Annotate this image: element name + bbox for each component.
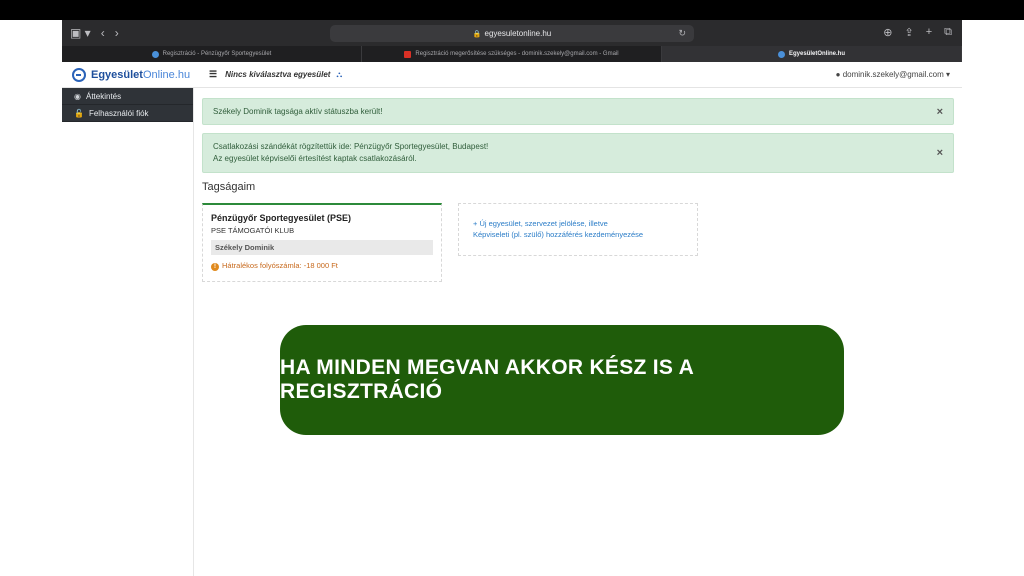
address-bar[interactable]: 🔒 egyesuletonline.hu ↻ xyxy=(330,25,694,42)
user-icon: ● xyxy=(835,70,841,79)
browser-window: ▣ ▾ ‹ › 🔒 egyesuletonline.hu ↻ ⊕ ⇪ + ⧉ R… xyxy=(62,20,962,576)
share-icon[interactable]: ⇪ xyxy=(904,26,913,39)
tab-bar: Regisztráció - Pénzügyőr Sportegyesület … xyxy=(62,46,962,62)
alert-text: Az egyesület képviselői értesítést kapta… xyxy=(213,154,417,163)
sidebar-item-label: Felhasználói fiók xyxy=(88,108,149,118)
site-favicon-icon xyxy=(151,50,159,58)
download-icon[interactable]: ⊕ xyxy=(883,26,892,39)
app-logo[interactable]: Egyesület Online.hu xyxy=(62,67,194,82)
user-menu[interactable]: ● dominik.szekely@gmail.com ▾ xyxy=(836,70,950,79)
sidebar-item-account[interactable]: 🔓 Felhasználói fiók xyxy=(62,105,193,122)
membership-card[interactable]: Pénzügyőr Sportegyesület (PSE) PSE TÁMOG… xyxy=(202,203,442,282)
browser-toolbar: ▣ ▾ ‹ › 🔒 egyesuletonline.hu ↻ ⊕ ⇪ + ⧉ xyxy=(62,20,962,46)
tab-label: Regisztráció - Pénzügyőr Sportegyesület xyxy=(162,51,272,57)
gmail-icon xyxy=(404,50,412,58)
info-alert: Csatlakozási szándékát rögzítettük ide: … xyxy=(202,133,954,173)
lock-icon: 🔓 xyxy=(74,108,84,118)
debt-status: ! Hátralékos folyószámla: -18 000 Ft xyxy=(211,261,433,271)
logo-icon xyxy=(72,67,86,82)
screen-top-bar xyxy=(0,0,1024,20)
club-name: PSE TÁMOGATÓI KLUB xyxy=(211,226,295,235)
org-tree-icon: ⛬ xyxy=(336,69,343,79)
sidebar: ◉ Áttekintés 🔓 Felhasználói fiók xyxy=(62,88,194,576)
new-membership-card: + Új egyesület, szervezet jelölése, ille… xyxy=(458,203,698,256)
representative-access-link[interactable]: Képviseleti (pl. szülő) hozzáférés kezde… xyxy=(473,229,683,240)
url-text: egyesuletonline.hu xyxy=(484,29,552,38)
reload-icon[interactable]: ↻ xyxy=(678,28,686,39)
chevron-down-icon: ▾ xyxy=(945,70,950,79)
alert-text: Csatlakozási szándékát rögzítettük ide: … xyxy=(213,142,489,151)
member-name: Székely Dominik xyxy=(211,240,433,255)
success-alert: Székely Dominik tagsága aktív státuszba … xyxy=(202,98,954,125)
tab-gmail[interactable]: Regisztráció megerősítése szükséges - do… xyxy=(362,46,662,62)
new-tab-icon[interactable]: + xyxy=(926,26,932,39)
user-email: dominik.szekely@gmail.com xyxy=(842,70,944,79)
logo-text-bold: Egyesület xyxy=(91,68,143,81)
tab-registration[interactable]: Regisztráció - Pénzügyőr Sportegyesület xyxy=(62,46,362,62)
sidebar-item-overview[interactable]: ◉ Áttekintés xyxy=(62,88,193,105)
tab-overview-icon[interactable]: ⧉ xyxy=(944,26,952,39)
sidebar-toggle-icon[interactable]: ▣ ▾ xyxy=(70,26,91,40)
back-icon[interactable]: ‹ xyxy=(101,26,105,40)
org-name: Pénzügyőr Sportegyesület (PSE) xyxy=(211,213,352,223)
close-icon[interactable]: × xyxy=(937,106,943,118)
menu-icon[interactable]: ☰ xyxy=(209,69,217,80)
overlay-banner: HA MINDEN MEGVAN AKKOR KÉSZ IS A REGISZT… xyxy=(280,325,844,435)
lock-icon: 🔒 xyxy=(472,30,482,38)
warning-icon: ! xyxy=(211,263,219,271)
tab-label: EgyesületOnline.hu xyxy=(788,51,845,57)
site-favicon-icon xyxy=(777,50,785,58)
membership-cards: Pénzügyőr Sportegyesület (PSE) PSE TÁMOG… xyxy=(202,203,954,282)
debt-text: Hátralékos folyószámla: -18 000 Ft xyxy=(222,261,338,270)
alert-text: Székely Dominik tagsága aktív státuszba … xyxy=(213,107,383,116)
tab-egyesuletonline[interactable]: EgyesületOnline.hu xyxy=(662,46,962,62)
forward-icon[interactable]: › xyxy=(115,26,119,40)
sidebar-item-label: Áttekintés xyxy=(85,91,122,101)
org-selector[interactable]: ☰ Nincs kiválasztva egyesület ⛬ xyxy=(209,69,342,80)
close-icon[interactable]: × xyxy=(937,147,943,159)
logo-text-light: Online.hu xyxy=(142,68,191,81)
org-selector-label: Nincs kiválasztva egyesület xyxy=(225,70,331,79)
page-title: Tagságaim xyxy=(202,181,256,193)
tab-label: Regisztráció megerősítése szükséges - do… xyxy=(415,51,619,57)
app-header: Egyesület Online.hu ☰ Nincs kiválasztva e… xyxy=(62,62,962,88)
dashboard-icon: ◉ xyxy=(74,91,81,101)
new-org-link[interactable]: + Új egyesület, szervezet jelölése, ille… xyxy=(473,218,683,229)
